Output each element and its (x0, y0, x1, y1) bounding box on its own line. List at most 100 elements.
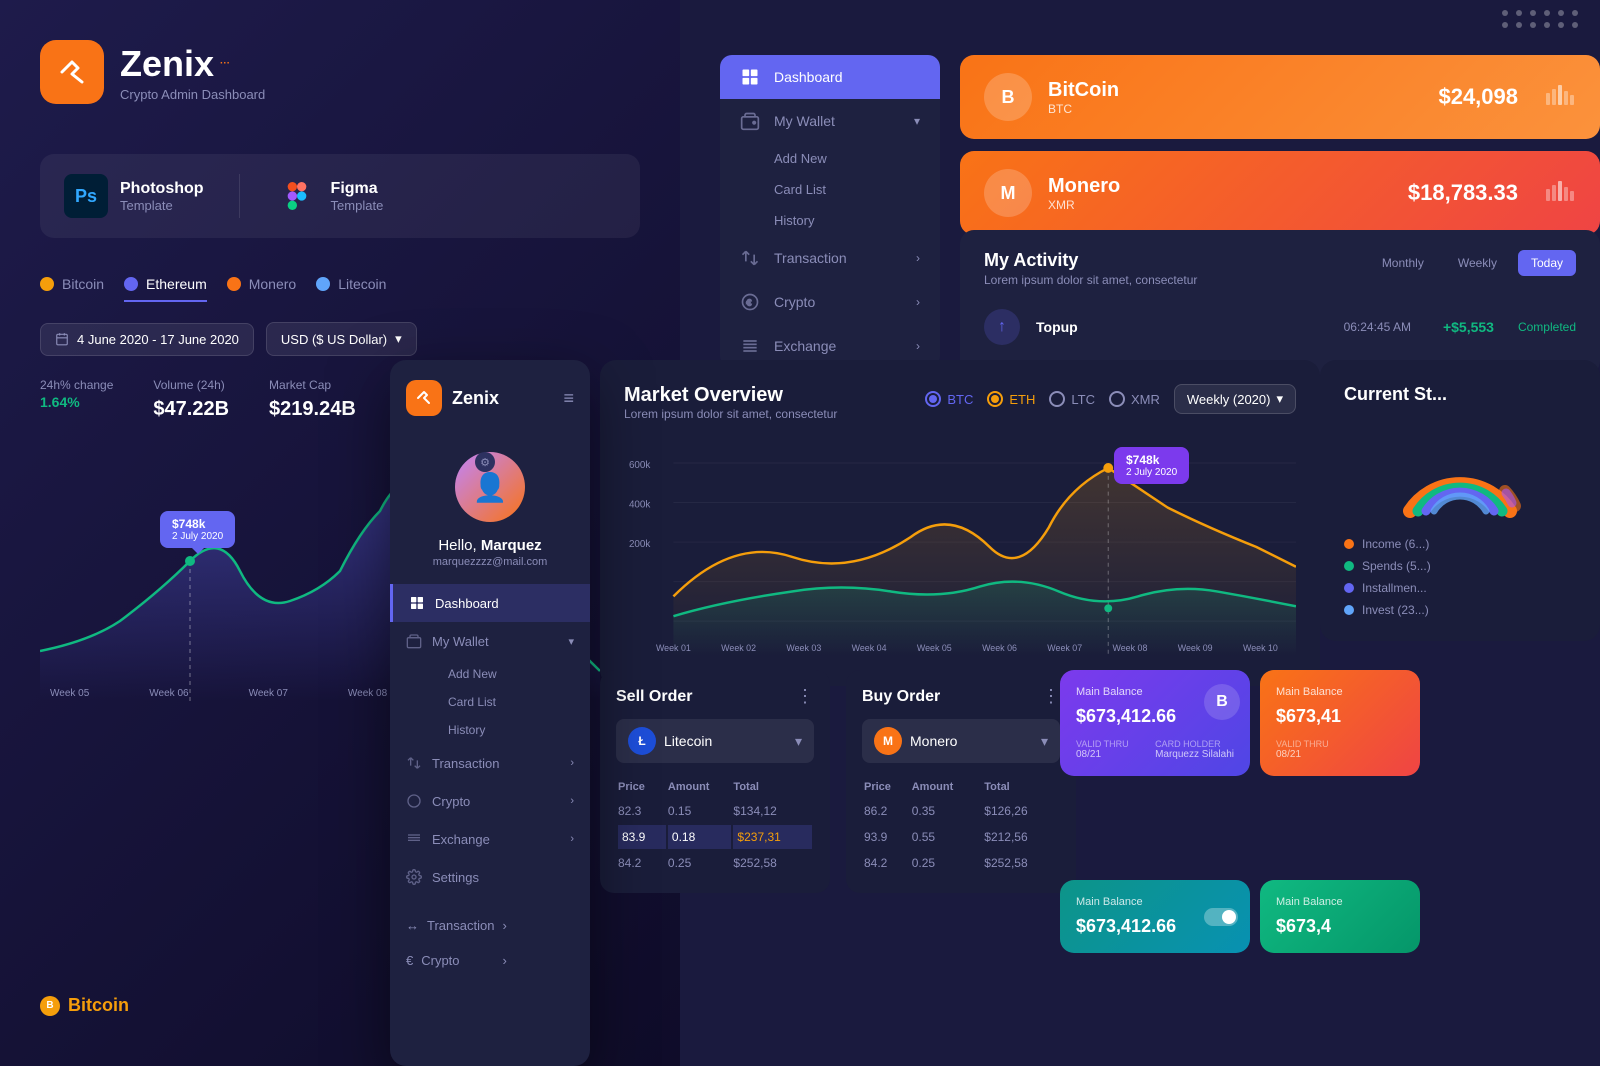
market-tooltip: $748k 2 July 2020 (1114, 447, 1189, 484)
sidebar-nav-transaction[interactable]: Transaction › (390, 744, 590, 782)
tab-bitcoin[interactable]: Bitcoin (40, 268, 104, 302)
filter-eth[interactable]: ETH (987, 391, 1035, 407)
date-picker[interactable]: 4 June 2020 - 17 June 2020 (40, 323, 254, 356)
sidebar-sub-cards[interactable]: Card List (432, 688, 590, 716)
sell-order-panel: Sell Order ⋮ Ł Litecoin ▾ Price Amount T… (600, 670, 830, 893)
sub-history[interactable]: History (774, 205, 940, 236)
filter-btc[interactable]: BTC (925, 391, 973, 407)
exchange-icon (740, 336, 760, 356)
legend-items: Income (6...) Spends (5...) Installmen..… (1344, 537, 1576, 617)
market-chart-svg: 600k 400k 200k Week 01 We (624, 437, 1296, 657)
transaction-icon (740, 248, 760, 268)
balance-cards-panel: B Main Balance $673,412.66 VALID THRU 08… (1060, 670, 1420, 776)
nav-item-crypto[interactable]: € Crypto › (720, 280, 940, 324)
bitcoin-chart-icon (1546, 85, 1576, 110)
sidebar-nav-dashboard[interactable]: Dashboard (390, 584, 590, 622)
activity-row-topup: ↑ Topup 06:24:45 AM +$5,553 Completed (984, 299, 1576, 355)
hamburger-button[interactable]: ≡ (563, 388, 574, 409)
tab-monero[interactable]: Monero (227, 268, 296, 302)
ps-type: Template (120, 198, 204, 213)
user-section: 👤 ⚙ Hello, Marquez marquezzzz@mail.com (390, 436, 590, 584)
currency-select[interactable]: USD ($ US Dollar) ▾ (266, 322, 417, 356)
donut-chart (1344, 421, 1576, 521)
monero-select-icon: M (874, 727, 902, 755)
crypto-icon: € (740, 292, 760, 312)
user-email: marquezzzz@mail.com (406, 556, 574, 568)
nav-item-dashboard[interactable]: Dashboard (720, 55, 940, 99)
market-filters: BTC ETH LTC XMR Weekly (2020) ▾ (925, 384, 1296, 414)
nav-item-wallet[interactable]: My Wallet ▾ (720, 99, 940, 143)
market-chart-container: $748k 2 July 2020 600k 400k 200k (624, 437, 1296, 662)
crypto-card-monero[interactable]: M Monero XMR $18,783.33 (960, 151, 1600, 235)
legend-invest: Invest (23...) (1344, 603, 1576, 617)
sidebar-nav-settings[interactable]: Settings (390, 858, 590, 896)
balance-cards-bottom: Main Balance $673,412.66 Main Balance $6… (1060, 880, 1420, 953)
balance-toggle[interactable] (1204, 908, 1238, 926)
buy-row-3: 84.2 0.25 $252,58 (864, 851, 1058, 875)
sell-order-menu[interactable]: ⋮ (796, 686, 814, 707)
figma-title: Figma (331, 180, 384, 198)
monero-chart-icon (1546, 181, 1576, 206)
stat-cap: Market Cap $219.24B (269, 376, 356, 421)
bitcoin-badge: B Bitcoin (40, 995, 129, 1016)
sidebar-exchange-icon (406, 831, 422, 847)
crypto-card-bitcoin[interactable]: B BitCoin BTC $24,098 (960, 55, 1600, 139)
app-subtitle: Crypto Admin Dashboard (120, 87, 265, 102)
buy-coin-selector[interactable]: M Monero ▾ (862, 719, 1060, 763)
sidebar-wallet-icon (406, 633, 422, 649)
sidebar-transaction-icon (406, 755, 422, 771)
balance-card-green: Main Balance $673,4 (1260, 880, 1420, 953)
crypto-tabs: Bitcoin Ethereum Monero Litecoin (40, 268, 640, 302)
tab-ethereum[interactable]: Ethereum (124, 268, 207, 302)
figma-icon (275, 174, 319, 218)
filter-today[interactable]: Today (1518, 250, 1576, 276)
sidebar-logo: Zenix (406, 380, 499, 416)
sidebar-dashboard-icon (409, 595, 425, 611)
sidebar-nav-wallet[interactable]: My Wallet ▾ (390, 622, 590, 660)
legend-spends: Spends (5...) (1344, 559, 1576, 573)
filter-monthly[interactable]: Monthly (1369, 250, 1437, 276)
bottom-nav-transaction[interactable]: ↔ Transaction › (390, 910, 523, 941)
balance-bitcoin-icon: B (1204, 684, 1240, 720)
calendar-icon (55, 332, 69, 346)
left-chart-tooltip: $748k 2 July 2020 (160, 511, 235, 548)
balance-card-purple: B Main Balance $673,412.66 VALID THRU 08… (1060, 670, 1250, 776)
figma-card[interactable]: Figma Template (275, 174, 384, 218)
nav-item-transaction[interactable]: Transaction › (720, 236, 940, 280)
topup-icon: ↑ (984, 309, 1020, 345)
tab-litecoin[interactable]: Litecoin (316, 268, 386, 302)
sell-coin-selector[interactable]: Ł Litecoin ▾ (616, 719, 814, 763)
svg-text:€: € (747, 297, 752, 307)
buy-order-menu[interactable]: ⋮ (1042, 686, 1060, 707)
filter-weekly[interactable]: Weekly (1445, 250, 1510, 276)
svg-text:Week 02: Week 02 (721, 643, 756, 653)
sell-row-2-highlight: 83.9 0.18 $237,31 (618, 825, 812, 849)
activity-filters: Monthly Weekly Today (1369, 250, 1576, 276)
gear-badge[interactable]: ⚙ (475, 452, 495, 472)
sidebar-nav-crypto[interactable]: Crypto › (390, 782, 590, 820)
photoshop-card[interactable]: Ps Photoshop Template (64, 174, 204, 218)
sidebar-sub-items: Add New Card List History (390, 660, 590, 744)
bitcoin-icon: B (984, 73, 1032, 121)
sidebar-logo-icon (406, 380, 442, 416)
wallet-sub-items: Add New Card List History (720, 143, 940, 236)
sub-add-new[interactable]: Add New (774, 143, 940, 174)
buy-row-2: 93.9 0.55 $212,56 (864, 825, 1058, 849)
sidebar-nav-top: Dashboard My Wallet ▾ Add New Card List … (720, 55, 940, 368)
filter-ltc[interactable]: LTC (1049, 391, 1095, 407)
filter-xmr[interactable]: XMR (1109, 391, 1160, 407)
logo-section: Zenix··· Crypto Admin Dashboard (0, 0, 680, 124)
sub-card-list[interactable]: Card List (774, 174, 940, 205)
bottom-nav-crypto[interactable]: € Crypto › (390, 945, 523, 976)
period-select[interactable]: Weekly (2020) ▾ (1174, 384, 1296, 414)
sidebar-sub-history[interactable]: History (432, 716, 590, 744)
sidebar-nav-exchange[interactable]: Exchange › (390, 820, 590, 858)
svg-text:Week 10: Week 10 (1243, 643, 1278, 653)
buy-row-1: 86.2 0.35 $126,26 (864, 799, 1058, 823)
user-greeting: Hello, Marquez (406, 537, 574, 554)
sidebar-sub-add[interactable]: Add New (432, 660, 590, 688)
ps-icon: Ps (64, 174, 108, 218)
balance-card-teal: Main Balance $673,412.66 (1060, 880, 1250, 953)
svg-text:600k: 600k (629, 460, 650, 471)
market-panel: Market Overview Lorem ipsum dolor sit am… (600, 360, 1320, 686)
